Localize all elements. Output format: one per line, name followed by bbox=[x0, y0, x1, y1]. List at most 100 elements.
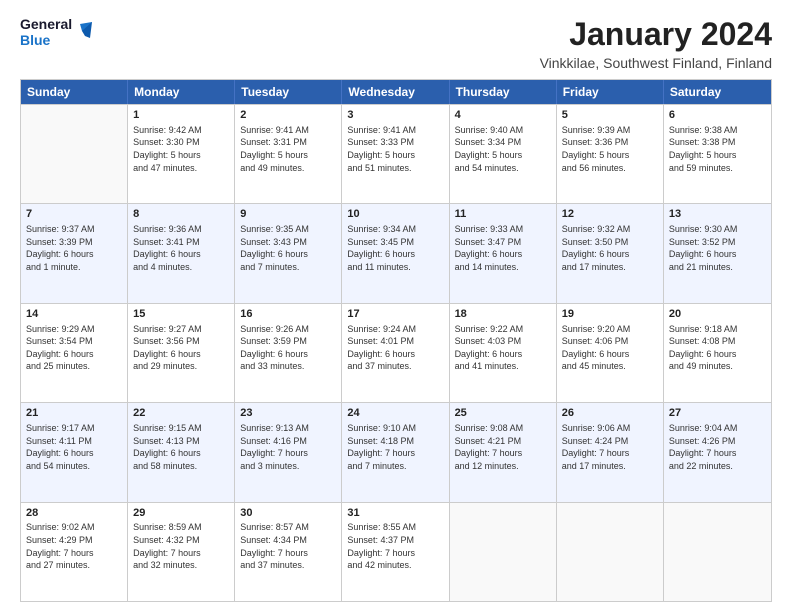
calendar-cell: 14Sunrise: 9:29 AM Sunset: 3:54 PM Dayli… bbox=[21, 304, 128, 402]
calendar-day-header: Tuesday bbox=[235, 80, 342, 104]
calendar-header: SundayMondayTuesdayWednesdayThursdayFrid… bbox=[21, 80, 771, 104]
cell-day-number: 16 bbox=[240, 307, 336, 322]
cell-day-info: Sunrise: 9:40 AM Sunset: 3:34 PM Dayligh… bbox=[455, 124, 551, 174]
cell-day-info: Sunrise: 9:42 AM Sunset: 3:30 PM Dayligh… bbox=[133, 124, 229, 174]
cell-day-info: Sunrise: 9:24 AM Sunset: 4:01 PM Dayligh… bbox=[347, 323, 443, 373]
cell-day-number: 9 bbox=[240, 207, 336, 222]
cell-day-info: Sunrise: 9:17 AM Sunset: 4:11 PM Dayligh… bbox=[26, 422, 122, 472]
cell-day-info: Sunrise: 9:36 AM Sunset: 3:41 PM Dayligh… bbox=[133, 223, 229, 273]
calendar-week-row: 28Sunrise: 9:02 AM Sunset: 4:29 PM Dayli… bbox=[21, 502, 771, 601]
cell-day-number: 13 bbox=[669, 207, 766, 222]
calendar-day-header: Saturday bbox=[664, 80, 771, 104]
calendar-cell: 8Sunrise: 9:36 AM Sunset: 3:41 PM Daylig… bbox=[128, 204, 235, 302]
calendar-cell: 1Sunrise: 9:42 AM Sunset: 3:30 PM Daylig… bbox=[128, 105, 235, 203]
calendar-cell: 16Sunrise: 9:26 AM Sunset: 3:59 PM Dayli… bbox=[235, 304, 342, 402]
cell-day-number: 10 bbox=[347, 207, 443, 222]
cell-day-info: Sunrise: 9:04 AM Sunset: 4:26 PM Dayligh… bbox=[669, 422, 766, 472]
calendar-cell: 26Sunrise: 9:06 AM Sunset: 4:24 PM Dayli… bbox=[557, 403, 664, 501]
cell-day-number: 2 bbox=[240, 108, 336, 123]
calendar-week-row: 21Sunrise: 9:17 AM Sunset: 4:11 PM Dayli… bbox=[21, 402, 771, 501]
calendar-cell: 24Sunrise: 9:10 AM Sunset: 4:18 PM Dayli… bbox=[342, 403, 449, 501]
calendar-cell: 11Sunrise: 9:33 AM Sunset: 3:47 PM Dayli… bbox=[450, 204, 557, 302]
cell-day-number: 14 bbox=[26, 307, 122, 322]
calendar-cell: 19Sunrise: 9:20 AM Sunset: 4:06 PM Dayli… bbox=[557, 304, 664, 402]
cell-day-info: Sunrise: 9:30 AM Sunset: 3:52 PM Dayligh… bbox=[669, 223, 766, 273]
cell-day-info: Sunrise: 9:18 AM Sunset: 4:08 PM Dayligh… bbox=[669, 323, 766, 373]
cell-day-info: Sunrise: 9:34 AM Sunset: 3:45 PM Dayligh… bbox=[347, 223, 443, 273]
cell-day-info: Sunrise: 9:22 AM Sunset: 4:03 PM Dayligh… bbox=[455, 323, 551, 373]
calendar-body: 1Sunrise: 9:42 AM Sunset: 3:30 PM Daylig… bbox=[21, 104, 771, 601]
cell-day-info: Sunrise: 9:10 AM Sunset: 4:18 PM Dayligh… bbox=[347, 422, 443, 472]
calendar-cell: 18Sunrise: 9:22 AM Sunset: 4:03 PM Dayli… bbox=[450, 304, 557, 402]
page-subtitle: Vinkkilae, Southwest Finland, Finland bbox=[540, 55, 772, 71]
cell-day-number: 18 bbox=[455, 307, 551, 322]
cell-day-info: Sunrise: 9:15 AM Sunset: 4:13 PM Dayligh… bbox=[133, 422, 229, 472]
cell-day-info: Sunrise: 9:33 AM Sunset: 3:47 PM Dayligh… bbox=[455, 223, 551, 273]
calendar-cell bbox=[450, 503, 557, 601]
cell-day-number: 6 bbox=[669, 108, 766, 123]
calendar-cell: 3Sunrise: 9:41 AM Sunset: 3:33 PM Daylig… bbox=[342, 105, 449, 203]
calendar-cell: 21Sunrise: 9:17 AM Sunset: 4:11 PM Dayli… bbox=[21, 403, 128, 501]
header: General Blue January 2024 Vinkkilae, Sou… bbox=[20, 16, 772, 71]
cell-day-number: 23 bbox=[240, 406, 336, 421]
cell-day-number: 27 bbox=[669, 406, 766, 421]
calendar-cell: 28Sunrise: 9:02 AM Sunset: 4:29 PM Dayli… bbox=[21, 503, 128, 601]
cell-day-number: 11 bbox=[455, 207, 551, 222]
cell-day-info: Sunrise: 9:29 AM Sunset: 3:54 PM Dayligh… bbox=[26, 323, 122, 373]
cell-day-info: Sunrise: 9:02 AM Sunset: 4:29 PM Dayligh… bbox=[26, 521, 122, 571]
cell-day-info: Sunrise: 9:20 AM Sunset: 4:06 PM Dayligh… bbox=[562, 323, 658, 373]
cell-day-number: 19 bbox=[562, 307, 658, 322]
calendar-cell: 13Sunrise: 9:30 AM Sunset: 3:52 PM Dayli… bbox=[664, 204, 771, 302]
logo-text-line1: General bbox=[20, 16, 64, 32]
cell-day-number: 12 bbox=[562, 207, 658, 222]
calendar-day-header: Wednesday bbox=[342, 80, 449, 104]
cell-day-number: 3 bbox=[347, 108, 443, 123]
calendar-cell: 12Sunrise: 9:32 AM Sunset: 3:50 PM Dayli… bbox=[557, 204, 664, 302]
calendar-week-row: 14Sunrise: 9:29 AM Sunset: 3:54 PM Dayli… bbox=[21, 303, 771, 402]
calendar-cell: 29Sunrise: 8:59 AM Sunset: 4:32 PM Dayli… bbox=[128, 503, 235, 601]
page-title: January 2024 bbox=[540, 16, 772, 53]
calendar-cell bbox=[557, 503, 664, 601]
calendar-cell: 6Sunrise: 9:38 AM Sunset: 3:38 PM Daylig… bbox=[664, 105, 771, 203]
cell-day-info: Sunrise: 9:39 AM Sunset: 3:36 PM Dayligh… bbox=[562, 124, 658, 174]
calendar-day-header: Monday bbox=[128, 80, 235, 104]
cell-day-number: 26 bbox=[562, 406, 658, 421]
title-block: January 2024 Vinkkilae, Southwest Finlan… bbox=[540, 16, 772, 71]
calendar-cell: 30Sunrise: 8:57 AM Sunset: 4:34 PM Dayli… bbox=[235, 503, 342, 601]
cell-day-info: Sunrise: 9:41 AM Sunset: 3:33 PM Dayligh… bbox=[347, 124, 443, 174]
cell-day-info: Sunrise: 9:38 AM Sunset: 3:38 PM Dayligh… bbox=[669, 124, 766, 174]
page: General Blue January 2024 Vinkkilae, Sou… bbox=[0, 0, 792, 612]
cell-day-number: 30 bbox=[240, 506, 336, 521]
calendar-week-row: 1Sunrise: 9:42 AM Sunset: 3:30 PM Daylig… bbox=[21, 104, 771, 203]
calendar-day-header: Sunday bbox=[21, 80, 128, 104]
cell-day-info: Sunrise: 9:37 AM Sunset: 3:39 PM Dayligh… bbox=[26, 223, 122, 273]
calendar-cell: 9Sunrise: 9:35 AM Sunset: 3:43 PM Daylig… bbox=[235, 204, 342, 302]
calendar-cell: 10Sunrise: 9:34 AM Sunset: 3:45 PM Dayli… bbox=[342, 204, 449, 302]
calendar-cell: 15Sunrise: 9:27 AM Sunset: 3:56 PM Dayli… bbox=[128, 304, 235, 402]
calendar-cell: 2Sunrise: 9:41 AM Sunset: 3:31 PM Daylig… bbox=[235, 105, 342, 203]
cell-day-number: 29 bbox=[133, 506, 229, 521]
calendar-week-row: 7Sunrise: 9:37 AM Sunset: 3:39 PM Daylig… bbox=[21, 203, 771, 302]
cell-day-number: 8 bbox=[133, 207, 229, 222]
logo-text-line2: Blue bbox=[20, 32, 64, 48]
calendar: SundayMondayTuesdayWednesdayThursdayFrid… bbox=[20, 79, 772, 602]
cell-day-info: Sunrise: 8:55 AM Sunset: 4:37 PM Dayligh… bbox=[347, 521, 443, 571]
cell-day-info: Sunrise: 8:57 AM Sunset: 4:34 PM Dayligh… bbox=[240, 521, 336, 571]
cell-day-number: 15 bbox=[133, 307, 229, 322]
cell-day-number: 20 bbox=[669, 307, 766, 322]
calendar-cell: 17Sunrise: 9:24 AM Sunset: 4:01 PM Dayli… bbox=[342, 304, 449, 402]
calendar-cell: 27Sunrise: 9:04 AM Sunset: 4:26 PM Dayli… bbox=[664, 403, 771, 501]
cell-day-info: Sunrise: 9:13 AM Sunset: 4:16 PM Dayligh… bbox=[240, 422, 336, 472]
cell-day-number: 25 bbox=[455, 406, 551, 421]
cell-day-info: Sunrise: 9:41 AM Sunset: 3:31 PM Dayligh… bbox=[240, 124, 336, 174]
calendar-day-header: Thursday bbox=[450, 80, 557, 104]
calendar-cell: 5Sunrise: 9:39 AM Sunset: 3:36 PM Daylig… bbox=[557, 105, 664, 203]
logo-graphic: General Blue bbox=[20, 16, 94, 52]
cell-day-number: 7 bbox=[26, 207, 122, 222]
calendar-cell bbox=[21, 105, 128, 203]
calendar-day-header: Friday bbox=[557, 80, 664, 104]
cell-day-info: Sunrise: 9:27 AM Sunset: 3:56 PM Dayligh… bbox=[133, 323, 229, 373]
calendar-cell: 20Sunrise: 9:18 AM Sunset: 4:08 PM Dayli… bbox=[664, 304, 771, 402]
cell-day-info: Sunrise: 9:06 AM Sunset: 4:24 PM Dayligh… bbox=[562, 422, 658, 472]
calendar-cell bbox=[664, 503, 771, 601]
